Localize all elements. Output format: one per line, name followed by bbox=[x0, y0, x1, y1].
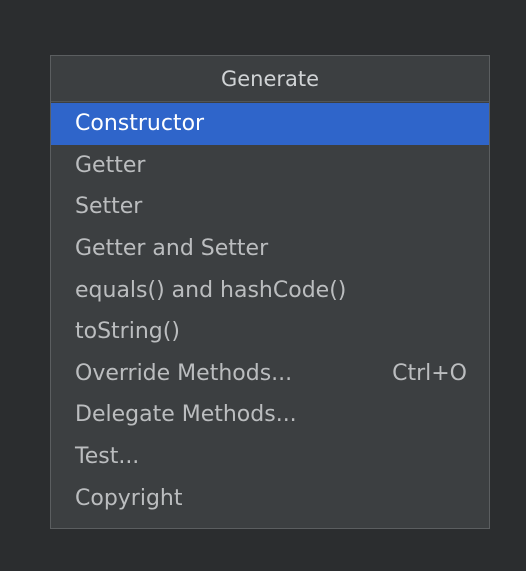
menu-item-label: Constructor bbox=[75, 111, 205, 137]
generate-popup: Generate Constructor Getter Setter Gette… bbox=[50, 55, 490, 529]
menu-item-getter-and-setter[interactable]: Getter and Setter bbox=[51, 228, 489, 270]
menu-item-label: Getter and Setter bbox=[75, 236, 269, 262]
menu-item-copyright[interactable]: Copyright bbox=[51, 477, 489, 519]
menu-item-label: Copyright bbox=[75, 485, 183, 511]
menu-item-label: Getter bbox=[75, 152, 146, 178]
menu-item-getter[interactable]: Getter bbox=[51, 145, 489, 187]
menu-item-label: Setter bbox=[75, 194, 143, 220]
menu-item-tostring[interactable]: toString() bbox=[51, 311, 489, 353]
menu-item-label: toString() bbox=[75, 319, 180, 345]
menu-item-constructor[interactable]: Constructor bbox=[51, 103, 489, 145]
menu-item-shortcut: Ctrl+O bbox=[392, 360, 467, 386]
menu-item-label: Override Methods... bbox=[75, 360, 293, 386]
menu-item-equals-hashcode[interactable]: equals() and hashCode() bbox=[51, 269, 489, 311]
menu-item-setter[interactable]: Setter bbox=[51, 186, 489, 228]
menu-item-delegate-methods[interactable]: Delegate Methods... bbox=[51, 394, 489, 436]
menu-item-override-methods[interactable]: Override Methods... Ctrl+O bbox=[51, 353, 489, 395]
menu-item-label: Delegate Methods... bbox=[75, 402, 297, 428]
menu-item-label: Test... bbox=[75, 444, 140, 470]
popup-title: Generate bbox=[51, 56, 489, 102]
generate-menu-list: Constructor Getter Setter Getter and Set… bbox=[51, 102, 489, 519]
menu-item-test[interactable]: Test... bbox=[51, 436, 489, 478]
menu-item-label: equals() and hashCode() bbox=[75, 277, 347, 303]
